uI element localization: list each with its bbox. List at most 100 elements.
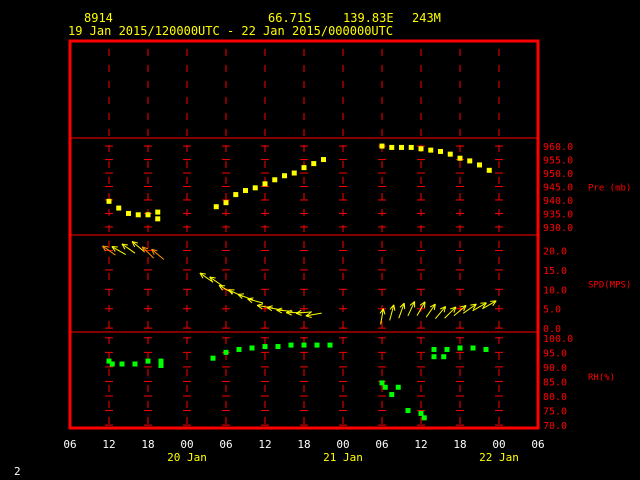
data-point-pressure — [408, 144, 414, 150]
y-tick-label-wind: 10.0 — [543, 285, 567, 296]
data-point-pressure — [155, 209, 161, 215]
data-point-pressure — [418, 146, 424, 152]
data-point-rh — [379, 380, 385, 386]
wind-arrow — [247, 297, 264, 304]
x-tick-label: 06 — [375, 438, 388, 451]
data-point-pressure — [389, 144, 395, 150]
wind-arrow — [425, 303, 436, 318]
data-point-rh — [210, 355, 216, 361]
panel-label-rh: RH(%) — [588, 373, 615, 383]
y-tick-label-pressure: 960.0 — [543, 142, 573, 153]
x-tick-label: 00 — [180, 438, 193, 451]
data-point-rh — [327, 342, 333, 348]
y-tick-label-pressure: 940.0 — [543, 196, 573, 207]
x-tick-label: 18 — [141, 438, 154, 451]
y-tick-label-wind: 20.0 — [543, 247, 567, 258]
data-point-rh — [470, 345, 476, 351]
data-point-pressure — [457, 155, 463, 161]
wind-arrow — [305, 312, 322, 318]
data-point-rh — [395, 384, 401, 390]
data-point-rh — [418, 410, 424, 416]
y-tick-label-pressure: 935.0 — [543, 209, 573, 220]
data-point-rh — [421, 415, 427, 421]
y-tick-label-rh: 80.0 — [543, 392, 567, 403]
y-tick-label-pressure: 955.0 — [543, 156, 573, 167]
data-point-pressure — [477, 162, 482, 168]
data-point-rh — [405, 408, 411, 414]
data-point-rh — [431, 354, 437, 360]
y-tick-label-rh: 100.0 — [543, 334, 573, 345]
data-point-rh — [109, 361, 115, 367]
date-label: 21 Jan — [323, 451, 363, 464]
y-tick-label-pressure: 930.0 — [543, 223, 573, 234]
data-point-rh — [457, 345, 463, 351]
y-tick-label-pressure: 945.0 — [543, 183, 573, 194]
wind-arrow — [389, 304, 396, 321]
wind-arrow — [407, 301, 416, 317]
x-tick-label: 12 — [414, 438, 427, 451]
data-point-pressure — [116, 205, 122, 211]
date-label: 20 Jan — [167, 451, 207, 464]
data-point-rh — [275, 344, 281, 350]
data-point-pressure — [272, 177, 278, 183]
x-tick-label: 00 — [492, 438, 505, 451]
data-point-rh — [249, 345, 255, 351]
panel-label-pressure: Pre (mb) — [588, 184, 631, 194]
data-point-pressure — [262, 181, 268, 187]
data-point-pressure — [252, 185, 258, 191]
x-tick-label: 06 — [219, 438, 232, 451]
data-point-pressure — [467, 158, 473, 164]
meteogram-chart: 930.0 935.0 940.0 945.0 950.0 955.0 960.0 Pre (… — [63, 39, 631, 464]
data-point-pressure — [106, 198, 112, 204]
data-point-rh — [223, 349, 229, 355]
data-point-rh — [145, 358, 151, 364]
y-tick-label-rh: 70.0 — [543, 421, 567, 432]
wind-arrow — [398, 302, 406, 319]
page-number: 2 — [14, 465, 21, 478]
y-tick-label-pressure: 950.0 — [543, 169, 573, 180]
data-point-rh — [132, 361, 138, 367]
wind-arrow — [121, 243, 136, 254]
wind-arrow — [444, 306, 457, 319]
panel-label-wind: SPD(MPS) — [588, 281, 631, 291]
data-point-pressure — [282, 173, 287, 179]
data-point-pressure — [291, 170, 297, 176]
wind-arrow — [434, 306, 447, 320]
y-tick-label-rh: 75.0 — [543, 407, 567, 418]
data-point-pressure — [243, 188, 248, 194]
data-point-pressure — [428, 147, 434, 153]
data-point-pressure — [213, 204, 219, 210]
data-point-pressure — [223, 200, 229, 206]
data-point-pressure — [135, 212, 141, 218]
x-tick-label: 00 — [336, 438, 349, 451]
y-tick-label-rh: 85.0 — [543, 377, 567, 388]
wind-arrow — [237, 293, 254, 301]
x-tick-label: 18 — [297, 438, 310, 451]
data-point-rh — [483, 346, 489, 352]
data-point-pressure — [301, 165, 307, 171]
data-point-pressure — [486, 167, 492, 173]
data-point-pressure — [311, 161, 317, 167]
y-tick-label-wind: 5.0 — [543, 305, 561, 316]
data-point-rh — [119, 361, 125, 367]
data-point-rh — [158, 358, 164, 364]
wind-arrow — [141, 246, 155, 259]
x-tick-label: 06 — [63, 438, 76, 451]
data-point-pressure — [155, 216, 161, 222]
data-point-pressure — [379, 143, 385, 149]
data-point-rh — [262, 344, 268, 350]
data-point-rh — [382, 384, 388, 390]
data-point-rh — [288, 342, 294, 348]
y-tick-label-rh: 95.0 — [543, 348, 567, 359]
data-point-pressure — [438, 148, 443, 154]
data-point-rh — [441, 354, 447, 360]
data-point-pressure — [447, 151, 453, 157]
data-point-rh — [389, 392, 395, 398]
data-point-pressure — [399, 144, 404, 150]
x-tick-label: 12 — [258, 438, 271, 451]
data-point-rh — [444, 346, 450, 352]
data-point-pressure — [233, 192, 239, 198]
data-point-rh — [314, 342, 320, 348]
data-point-rh — [158, 362, 164, 368]
date-label: 22 Jan — [479, 451, 519, 464]
